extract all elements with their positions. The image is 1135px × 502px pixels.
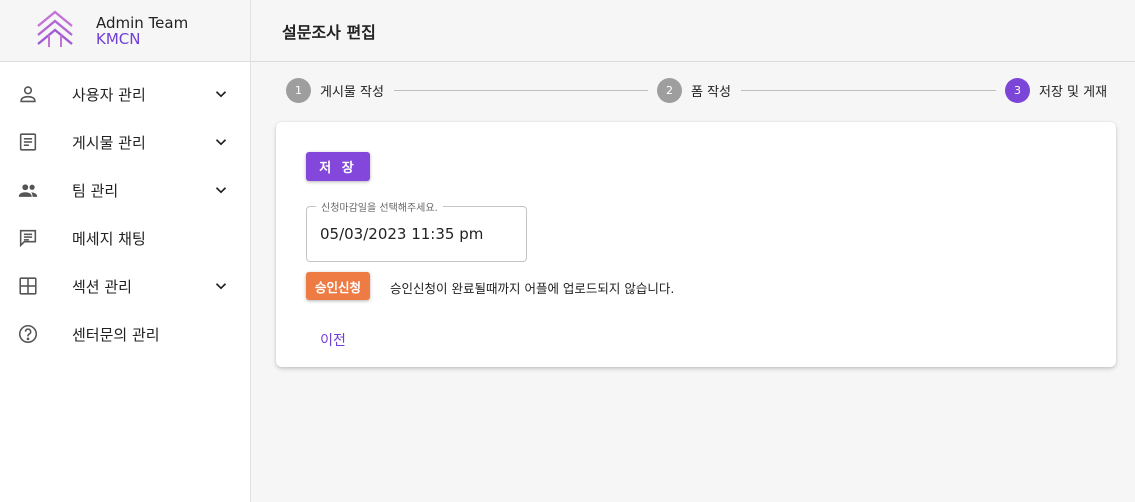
sidebar-item-label: 팀 관리 (72, 181, 119, 200)
sidebar-item-label: 센터문의 관리 (72, 325, 160, 344)
stepper: 1 게시물 작성 2 폼 작성 3 저장 및 게재 (286, 77, 1108, 103)
sidebar-item-label: 섹션 관리 (72, 277, 132, 296)
sidebar-item-label: 사용자 관리 (72, 85, 146, 104)
step-3: 3 저장 및 게재 (1005, 77, 1107, 103)
deadline-field-value[interactable]: 05/03/2023 11:35 pm (320, 225, 483, 243)
sidebar-item-users[interactable]: 사용자 관리 (0, 70, 250, 118)
chevron-down-icon[interactable] (212, 277, 230, 295)
deadline-field-label: 신청마감일을 선택해주세요. (316, 199, 443, 214)
brand-title: Admin Team (96, 13, 189, 32)
sidebar-item-chat[interactable]: 메세지 채팅 (0, 214, 250, 262)
approve-request-button[interactable]: 승인신청 (306, 272, 370, 300)
sidebar-item-label: 게시물 관리 (72, 133, 146, 152)
document-icon (17, 131, 39, 153)
brand-header[interactable]: Admin Team KMCN (0, 0, 250, 62)
previous-button[interactable]: 이전 (306, 325, 360, 355)
save-button[interactable]: 저 장 (306, 152, 370, 181)
sidebar-item-sections[interactable]: 섹션 관리 (0, 262, 250, 310)
brand-subtitle: KMCN (96, 29, 141, 48)
logo-icon (35, 9, 75, 53)
group-icon (17, 179, 39, 201)
step-2: 2 폼 작성 (657, 77, 731, 103)
step-connector (741, 90, 996, 91)
help-icon (17, 323, 39, 345)
step-label: 저장 및 게재 (1039, 84, 1108, 100)
chevron-down-icon[interactable] (212, 133, 230, 151)
publish-card: 저 장 신청마감일을 선택해주세요. 05/03/2023 11:35 pm 승… (276, 122, 1116, 367)
step-number: 3 (1005, 77, 1030, 103)
chevron-down-icon[interactable] (212, 85, 230, 103)
chat-icon (17, 227, 39, 249)
page-title: 설문조사 편집 (282, 22, 376, 42)
deadline-field[interactable]: 신청마감일을 선택해주세요. 05/03/2023 11:35 pm (306, 199, 527, 262)
step-connector (394, 90, 648, 91)
top-bar: 설문조사 편집 (251, 0, 1135, 62)
step-label: 게시물 작성 (320, 84, 384, 100)
step-label: 폼 작성 (691, 84, 732, 100)
brand-text: Admin Team KMCN (96, 15, 188, 47)
sidebar-item-inquiries[interactable]: 센터문의 관리 (0, 310, 250, 358)
step-number: 2 (657, 77, 682, 103)
sidebar-item-label: 메세지 채팅 (72, 229, 146, 248)
sidebar: Admin Team KMCN 사용자 관리 게시물 관리 팀 관리 메세지 채… (0, 0, 251, 502)
step-number: 1 (286, 77, 311, 103)
sidebar-item-posts[interactable]: 게시물 관리 (0, 118, 250, 166)
person-icon (17, 83, 39, 105)
approval-notice: 승인신청이 완료될때까지 어플에 업로드되지 않습니다. (390, 281, 675, 296)
step-1: 1 게시물 작성 (286, 77, 384, 103)
sidebar-nav: 사용자 관리 게시물 관리 팀 관리 메세지 채팅 섹션 관리 센터문의 관리 (0, 62, 250, 358)
sidebar-item-teams[interactable]: 팀 관리 (0, 166, 250, 214)
layout-icon (17, 275, 39, 297)
chevron-down-icon[interactable] (212, 181, 230, 199)
